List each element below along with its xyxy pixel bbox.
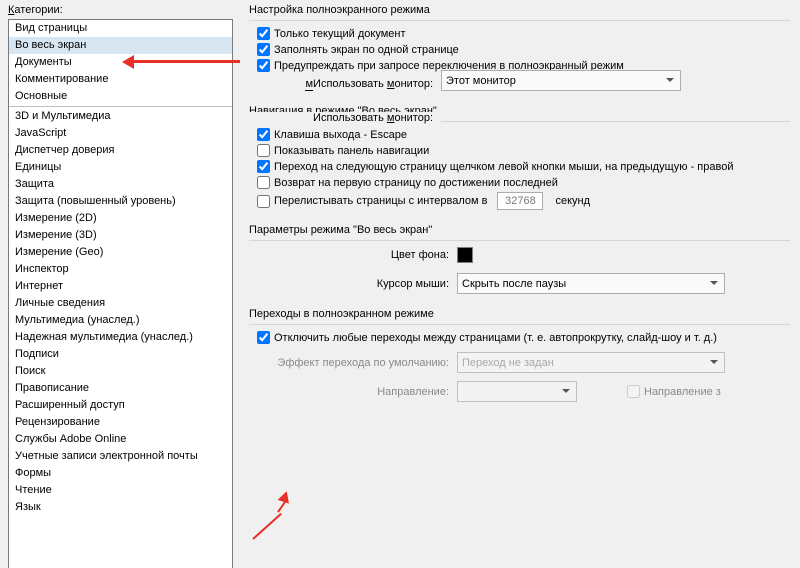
separator [249,20,790,21]
loop-first-page-checkbox[interactable]: Возврат на первую страницу по достижении… [257,176,790,189]
category-item[interactable]: Документы [9,54,232,71]
separator [249,240,790,241]
only-current-doc-checkbox[interactable]: Только текущий документ [257,27,790,40]
category-item[interactable]: Измерение (2D) [9,210,232,227]
disable-transitions-checkbox[interactable]: Отключить любые переходы между страницам… [257,331,790,344]
auto-flip-label: Перелистывать страницы с интервалом в [274,195,487,207]
category-item[interactable]: Мультимедиа (унаслед.) [9,312,232,329]
category-item[interactable]: Поиск [9,363,232,380]
fill-one-page-checkbox[interactable]: Заполнять экран по одной странице [257,43,790,56]
category-item[interactable]: Вид страницы [9,20,232,37]
category-item[interactable]: 3D и Мультимедиа [9,108,232,125]
show-nav-panel-checkbox[interactable]: Показывать панель навигации [257,144,790,157]
category-item[interactable]: Во весь экран [9,37,232,54]
monitor-label-text: Использовать монитор: [249,112,441,124]
settings-panel: Настройка полноэкранного режима Только т… [235,0,800,568]
cursor-label: Курсор мыши: [249,278,457,290]
category-item[interactable]: Учетные записи электронной почты [9,448,232,465]
categories-label: Категории: [8,4,233,16]
category-item[interactable]: Диспетчер доверия [9,142,232,159]
cursor-select[interactable]: Скрыть после паузы [457,273,725,294]
category-item[interactable]: Службы Adobe Online [9,431,232,448]
category-item[interactable]: Защита (повышенный уровень) [9,193,232,210]
category-item[interactable]: Надежная мультимедиа (унаслед.) [9,329,232,346]
category-item[interactable]: Личные сведения [9,295,232,312]
categories-listbox[interactable]: Вид страницы Во весь экран Документы Ком… [8,19,233,568]
monitor-select[interactable]: Этот монитор [441,70,681,91]
monitor-label: мИспользовать монитор: [249,78,441,90]
bg-color-swatch[interactable] [457,247,473,263]
category-item[interactable]: Основные [9,88,232,105]
category-item[interactable]: Язык [9,499,232,516]
category-item[interactable]: Инспектор [9,261,232,278]
click-next-prev-checkbox[interactable]: Переход на следующую страницу щелчком ле… [257,160,790,173]
category-item[interactable]: Формы [9,465,232,482]
fullscreen-transitions-group: Переходы в полноэкранном режиме Отключит… [249,308,790,402]
interval-input[interactable] [497,192,543,210]
group-title: Переходы в полноэкранном режиме [249,308,790,320]
category-item[interactable]: Измерение (3D) [9,227,232,244]
categories-panel: Категории: Вид страницы Во весь экран До… [0,0,235,568]
category-item[interactable]: Измерение (Geo) [9,244,232,261]
direction-select [457,381,577,402]
separator [9,106,232,107]
category-item[interactable]: Подписи [9,346,232,363]
fullscreen-params-group: Параметры режима "Во весь экран" Цвет фо… [249,224,790,294]
default-effect-label: Эффект перехода по умолчанию: [249,357,457,369]
category-item[interactable]: Правописание [9,380,232,397]
category-item[interactable]: Единицы [9,159,232,176]
fullscreen-setup-group: Настройка полноэкранного режима Только т… [249,4,790,91]
escape-exit-checkbox[interactable]: Клавиша выхода - Escape [257,128,790,141]
category-item[interactable]: Интернет [9,278,232,295]
category-item[interactable]: Рецензирование [9,414,232,431]
category-item[interactable]: Чтение [9,482,232,499]
default-effect-select: Переход не задан [457,352,725,373]
group-title: Настройка полноэкранного режима [249,4,790,16]
auto-flip-checkbox[interactable] [257,195,270,208]
category-item[interactable]: Расширенный доступ [9,397,232,414]
category-item[interactable]: Защита [9,176,232,193]
seconds-label: секунд [555,195,590,207]
category-item[interactable]: JavaScript [9,125,232,142]
group-title: Параметры режима "Во весь экран" [249,224,790,236]
separator [249,324,790,325]
category-item[interactable]: Комментирование [9,71,232,88]
direction-follow-checkbox: Направление з [627,385,721,398]
direction-label: Направление: [249,386,457,398]
bg-color-label: Цвет фона: [249,249,457,261]
